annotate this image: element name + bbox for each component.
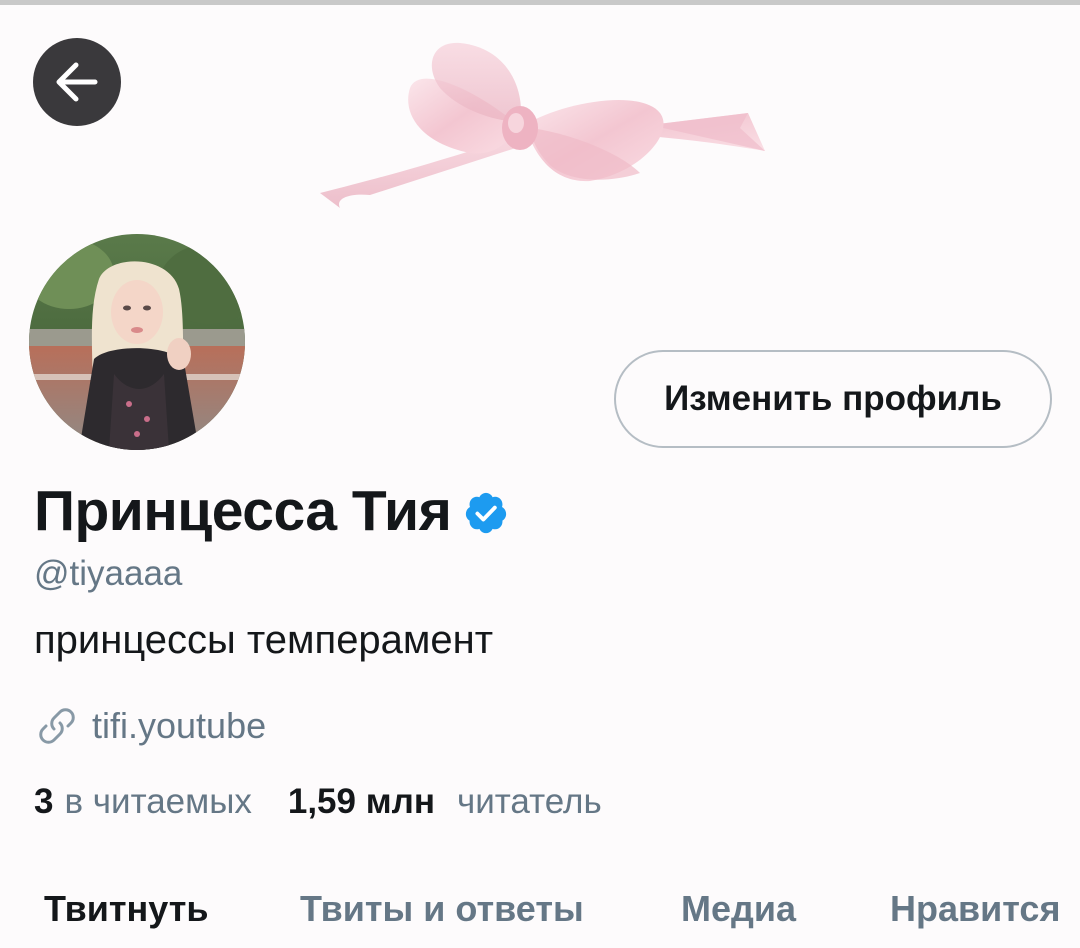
avatar-photo bbox=[29, 234, 245, 450]
profile-banner[interactable] bbox=[0, 5, 1080, 235]
display-name: Принцесса Тия bbox=[34, 479, 452, 543]
tab-tweets-and-replies[interactable]: Твиты и ответы bbox=[300, 888, 584, 930]
follow-stats: 3 в читаемых 1,59 млн читатель bbox=[34, 782, 602, 822]
profile-bio: принцессы темперамент bbox=[34, 618, 494, 662]
tab-media[interactable]: Медиа bbox=[681, 888, 796, 930]
avatar[interactable] bbox=[26, 231, 248, 453]
following-stat[interactable]: 3 в читаемых bbox=[34, 782, 252, 822]
user-handle: @tiyaaaa bbox=[34, 554, 183, 593]
ribbon-bow-image bbox=[320, 42, 765, 208]
verified-badge-icon bbox=[466, 492, 507, 534]
following-count: 3 bbox=[34, 782, 54, 821]
profile-link[interactable]: tifi.youtube bbox=[92, 705, 266, 747]
back-button[interactable] bbox=[33, 38, 121, 126]
name-row: Принцесса Тия bbox=[34, 478, 509, 544]
followers-label: читатель bbox=[456, 782, 602, 821]
profile-link-row: tifi.youtube bbox=[34, 703, 266, 749]
following-label: в читаемых bbox=[64, 782, 252, 821]
followers-count: 1,59 млн bbox=[287, 782, 435, 821]
link-icon bbox=[39, 708, 75, 744]
profile-page: Изменить профиль Принцесса Тия @tiyaaaa … bbox=[0, 0, 1080, 948]
arrow-left-icon bbox=[56, 62, 98, 102]
followers-stat[interactable]: 1,59 млн читатель bbox=[288, 782, 602, 822]
tab-likes[interactable]: Нравится bbox=[890, 888, 1060, 930]
tab-tweets[interactable]: Твитнуть bbox=[44, 888, 208, 930]
edit-profile-button[interactable]: Изменить профиль bbox=[614, 350, 1052, 448]
